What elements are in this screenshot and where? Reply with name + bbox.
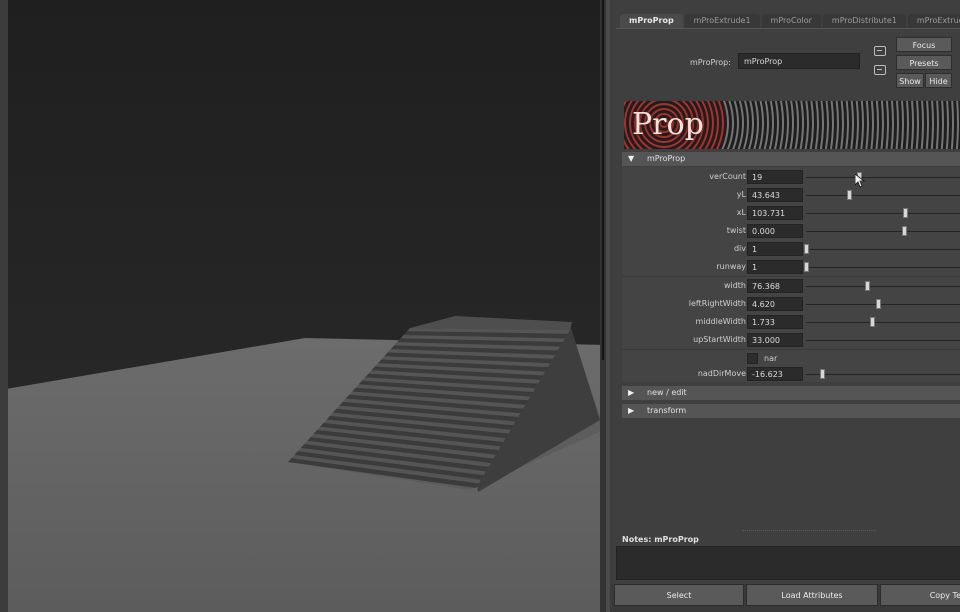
slider-handle[interactable] — [820, 369, 825, 379]
attr-label: width — [723, 281, 746, 290]
attr-row-div: div 1 — [622, 241, 960, 257]
mouse-cursor-icon — [855, 174, 865, 188]
attr-row-width: width 76.368 — [622, 278, 960, 294]
section-title: new / edit — [647, 388, 687, 397]
section-mproprop[interactable]: ▼ mProProp — [622, 152, 960, 166]
section-transform[interactable]: ▶ transform — [622, 404, 960, 418]
attr-label: runway — [716, 262, 746, 271]
attr-value-field[interactable]: 1 — [747, 260, 803, 274]
attr-row-vercount: verCount 19 — [622, 169, 960, 185]
attr-value-field[interactable]: 43.643 — [747, 188, 803, 202]
section-title: mProProp — [647, 154, 686, 163]
slider-handle[interactable] — [864, 281, 870, 291]
slider-handle[interactable] — [804, 262, 809, 272]
show-button[interactable]: Show — [896, 73, 924, 88]
slider-track[interactable] — [806, 286, 960, 287]
slider-handle[interactable] — [876, 299, 881, 309]
attr-row-leftrightwidth: leftRightWidth 4.620 — [622, 296, 960, 312]
attr-value-field[interactable]: 1 — [747, 242, 803, 256]
bottom-button-bar: Select Load Attributes Copy Te — [610, 584, 960, 612]
attr-row-xl: xL 103.731 — [622, 205, 960, 221]
nar-checkbox[interactable] — [747, 353, 758, 364]
node-name-label: mProProp: — [690, 58, 731, 67]
attr-value-field[interactable]: 1.733 — [747, 315, 803, 329]
tab-mproprop[interactable]: mProProp — [620, 14, 683, 28]
node-tabs: mProProp mProExtrude1 mProColor mProDist… — [620, 14, 960, 28]
tab-mproextrude1[interactable]: mProExtrude1 — [684, 14, 760, 28]
expand-right-icon: ▶ — [628, 388, 635, 397]
viewport-3d[interactable] — [0, 0, 606, 612]
attr-label: yL — [736, 190, 746, 199]
slider-handle[interactable] — [903, 208, 909, 218]
attr-row-yl: yL 43.643 — [622, 187, 960, 203]
attr-label: xL — [736, 208, 746, 217]
banner-title: Prop — [632, 107, 704, 142]
viewport-scene — [0, 0, 606, 612]
attr-row-twist: twist 0.000 — [622, 223, 960, 239]
node-banner: Prop — [624, 101, 960, 149]
group-separator — [622, 276, 960, 277]
load-attributes-button[interactable]: Load Attributes — [746, 584, 878, 606]
attr-row-middlewidth: middleWidth 1.733 — [622, 314, 960, 330]
copy-tab-button[interactable]: Copy Te — [880, 584, 960, 606]
section-title: transform — [647, 406, 687, 415]
attr-row-naddirmove: nadDirMove -16.623 — [622, 366, 960, 382]
section-new-edit[interactable]: ▶ new / edit — [622, 386, 960, 400]
expand-right-icon: ▶ — [628, 406, 635, 415]
attr-label: leftRightWidth — [688, 299, 746, 308]
attr-row-nar: nar — [622, 351, 960, 367]
attr-value-field[interactable]: 0.000 — [747, 224, 803, 238]
expand-down-icon: ▼ — [628, 154, 635, 163]
tab-mprocolor[interactable]: mProColor — [761, 14, 821, 28]
focus-button[interactable]: Focus — [896, 37, 952, 52]
slider-track[interactable] — [806, 374, 960, 375]
slider-track[interactable] — [806, 340, 960, 341]
slider-track[interactable] — [806, 213, 960, 214]
attr-label: upStartWidth — [693, 335, 746, 344]
attr-value-field[interactable]: 103.731 — [747, 206, 803, 220]
slider-track[interactable] — [806, 195, 960, 196]
output-connection-icon[interactable] — [874, 65, 886, 75]
slider-handle[interactable] — [869, 317, 875, 327]
tab-mprodistribute1[interactable]: mProDistribute1 — [822, 14, 906, 28]
slider-handle[interactable] — [901, 226, 907, 236]
section-body: verCount 19 yL 43.643 xL 103.731 twist 0… — [622, 167, 960, 382]
notes-resize-handle[interactable] — [742, 530, 876, 533]
slider-track[interactable] — [806, 249, 960, 250]
slider-track[interactable] — [806, 231, 960, 232]
node-name-field[interactable] — [738, 53, 860, 69]
attr-row-upstartwidth: upStartWidth 33.000 — [622, 332, 960, 348]
attr-label: twist — [726, 226, 746, 235]
input-connection-icon[interactable] — [874, 46, 886, 56]
tab-divider — [616, 28, 960, 29]
select-button[interactable]: Select — [614, 584, 744, 606]
slider-handle[interactable] — [804, 244, 809, 254]
group-separator — [622, 349, 960, 350]
checkbox-label: nar — [764, 354, 778, 363]
notes-textarea[interactable] — [616, 546, 960, 580]
attr-label: nadDirMove — [697, 369, 746, 378]
attr-row-runway: runway 1 — [622, 259, 960, 275]
presets-button[interactable]: Presets — [896, 55, 952, 70]
slider-track[interactable] — [806, 304, 960, 305]
viewport-border — [0, 0, 8, 612]
attribute-editor: mProProp mProExtrude1 mProColor mProDist… — [606, 0, 960, 612]
attr-value-field[interactable]: 4.620 — [747, 297, 803, 311]
attr-value-field[interactable]: 76.368 — [747, 279, 803, 293]
hide-button[interactable]: Hide — [925, 73, 952, 88]
attr-label: verCount — [709, 172, 746, 181]
attr-value-field[interactable]: 19 — [747, 170, 803, 184]
attr-label: middleWidth — [695, 317, 746, 326]
attr-label: div — [733, 244, 746, 253]
slider-track[interactable] — [806, 322, 960, 323]
slider-track[interactable] — [806, 267, 960, 268]
slider-handle[interactable] — [847, 190, 853, 200]
attr-value-field[interactable]: -16.623 — [747, 367, 803, 381]
slider-track[interactable] — [806, 177, 960, 178]
tab-mproextrud[interactable]: mProExtrud — [907, 14, 960, 28]
notes-label: Notes: mProProp — [622, 535, 699, 544]
attr-value-field[interactable]: 33.000 — [747, 333, 803, 347]
